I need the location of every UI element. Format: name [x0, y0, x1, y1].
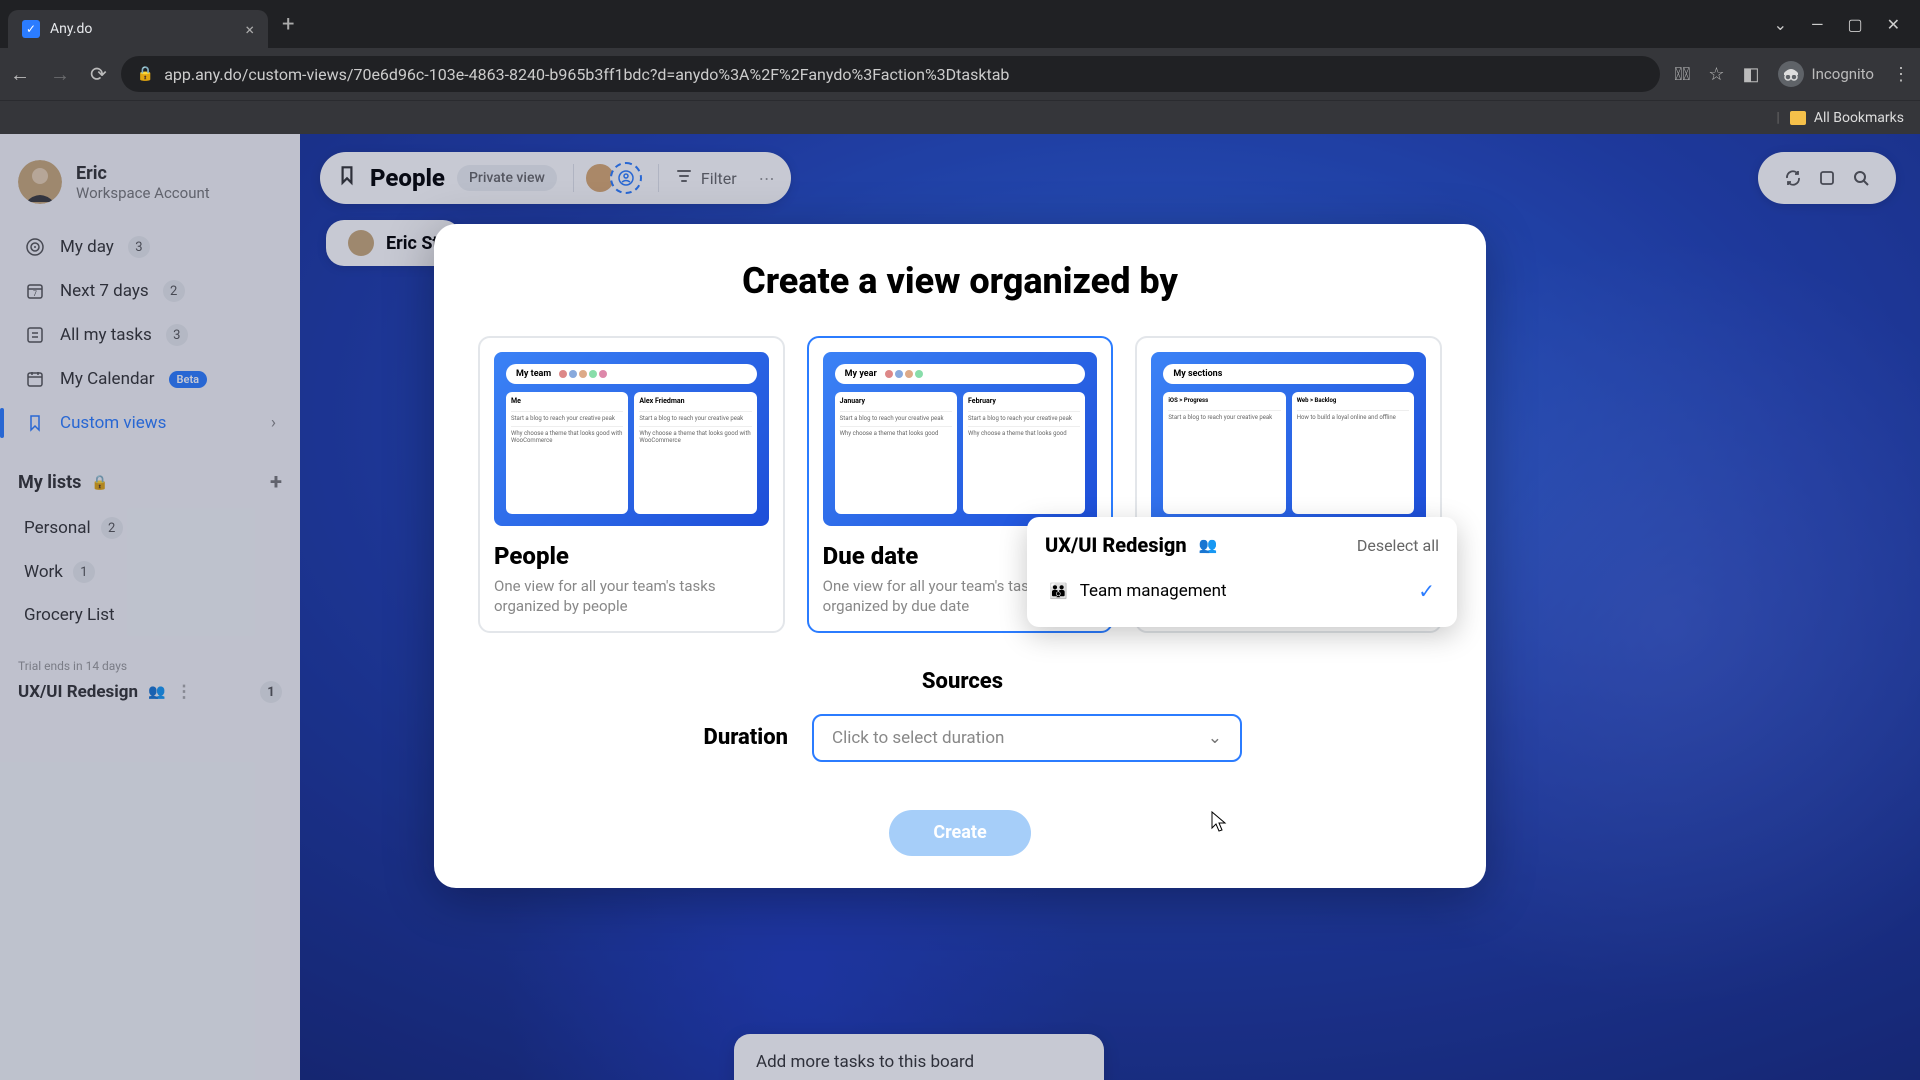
- close-tab-icon[interactable]: ×: [245, 20, 254, 39]
- card-title: People: [494, 542, 769, 570]
- tab-favicon-icon: ✓: [22, 20, 40, 38]
- browser-tab[interactable]: ✓ Any.do ×: [8, 10, 268, 48]
- browser-tab-bar: ✓ Any.do × + ⌄ — ▢ ✕: [0, 0, 1920, 48]
- incognito-label: Incognito: [1812, 65, 1874, 83]
- address-bar[interactable]: 🔒 app.any.do/custom-views/70e6d96c-103e-…: [121, 56, 1661, 92]
- duration-label: Duration: [678, 725, 788, 750]
- deselect-all-button[interactable]: Deselect all: [1357, 536, 1439, 555]
- incognito-badge: Incognito: [1778, 61, 1874, 87]
- create-view-modal: Create a view organized by My team MeSta…: [434, 224, 1486, 888]
- incognito-icon: [1778, 61, 1804, 87]
- window-controls: ⌄ — ▢ ✕: [1774, 15, 1912, 34]
- preview-head-label: My team: [516, 369, 551, 379]
- preview-head-label: My sections: [1173, 369, 1222, 379]
- eye-off-icon[interactable]: 👁̸: [1674, 64, 1690, 85]
- bookmark-bar: | All Bookmarks: [0, 100, 1920, 134]
- chevron-down-icon[interactable]: ⌄: [1774, 15, 1787, 34]
- preview-col-label: iOS > Progress: [1168, 397, 1280, 404]
- preview-col-label: Me: [511, 397, 623, 405]
- close-window-icon[interactable]: ✕: [1887, 15, 1900, 34]
- duration-select[interactable]: Click to select duration ⌄: [812, 714, 1242, 762]
- all-bookmarks-button[interactable]: All Bookmarks: [1790, 110, 1904, 126]
- chevron-down-icon: ⌄: [1208, 728, 1222, 748]
- star-icon[interactable]: ☆: [1708, 64, 1724, 85]
- source-option-label: Team management: [1080, 581, 1227, 601]
- maximize-icon[interactable]: ▢: [1847, 15, 1862, 34]
- sources-dropdown: UX/UI Redesign 👥 Deselect all 👪 Team man…: [1027, 517, 1457, 627]
- modal-overlay: Create a view organized by My team MeSta…: [0, 134, 1920, 1080]
- address-row: ← → ⟳ 🔒 app.any.do/custom-views/70e6d96c…: [0, 48, 1920, 100]
- minimize-icon[interactable]: —: [1811, 15, 1824, 34]
- menu-dots-icon[interactable]: ⋮: [1892, 64, 1910, 85]
- preview-col-label: January: [840, 397, 952, 405]
- organize-card-people[interactable]: My team MeStart a blog to reach your cre…: [478, 336, 785, 633]
- back-icon[interactable]: ←: [10, 62, 30, 87]
- preview-col-label: Web > Backlog: [1297, 397, 1409, 404]
- url-text: app.any.do/custom-views/70e6d96c-103e-48…: [164, 65, 1009, 84]
- preview-col-label: Alex Friedman: [639, 397, 751, 405]
- card-desc: One view for all your team's tasks organ…: [494, 576, 769, 617]
- preview-head-label: My year: [845, 369, 877, 379]
- duration-placeholder: Click to select duration: [832, 728, 1004, 748]
- folder-icon: [1790, 111, 1806, 125]
- team-icon: 👪: [1049, 582, 1068, 600]
- tab-title: Any.do: [50, 21, 92, 37]
- create-button[interactable]: Create: [889, 810, 1030, 856]
- all-bookmarks-label: All Bookmarks: [1814, 110, 1904, 126]
- sources-label: Sources: [893, 669, 1003, 694]
- sources-group-title: UX/UI Redesign: [1045, 533, 1187, 557]
- people-icon: 👥: [1199, 536, 1218, 554]
- source-option[interactable]: 👪 Team management ✓: [1045, 571, 1439, 611]
- lock-icon: 🔒: [137, 66, 154, 82]
- reload-icon[interactable]: ⟳: [90, 62, 107, 87]
- modal-title: Create a view organized by: [478, 260, 1442, 302]
- check-icon: ✓: [1418, 579, 1435, 603]
- new-tab-button[interactable]: +: [268, 12, 308, 37]
- extensions-icon[interactable]: ◧: [1743, 64, 1760, 85]
- preview-col-label: February: [968, 397, 1080, 405]
- forward-icon[interactable]: →: [50, 62, 70, 87]
